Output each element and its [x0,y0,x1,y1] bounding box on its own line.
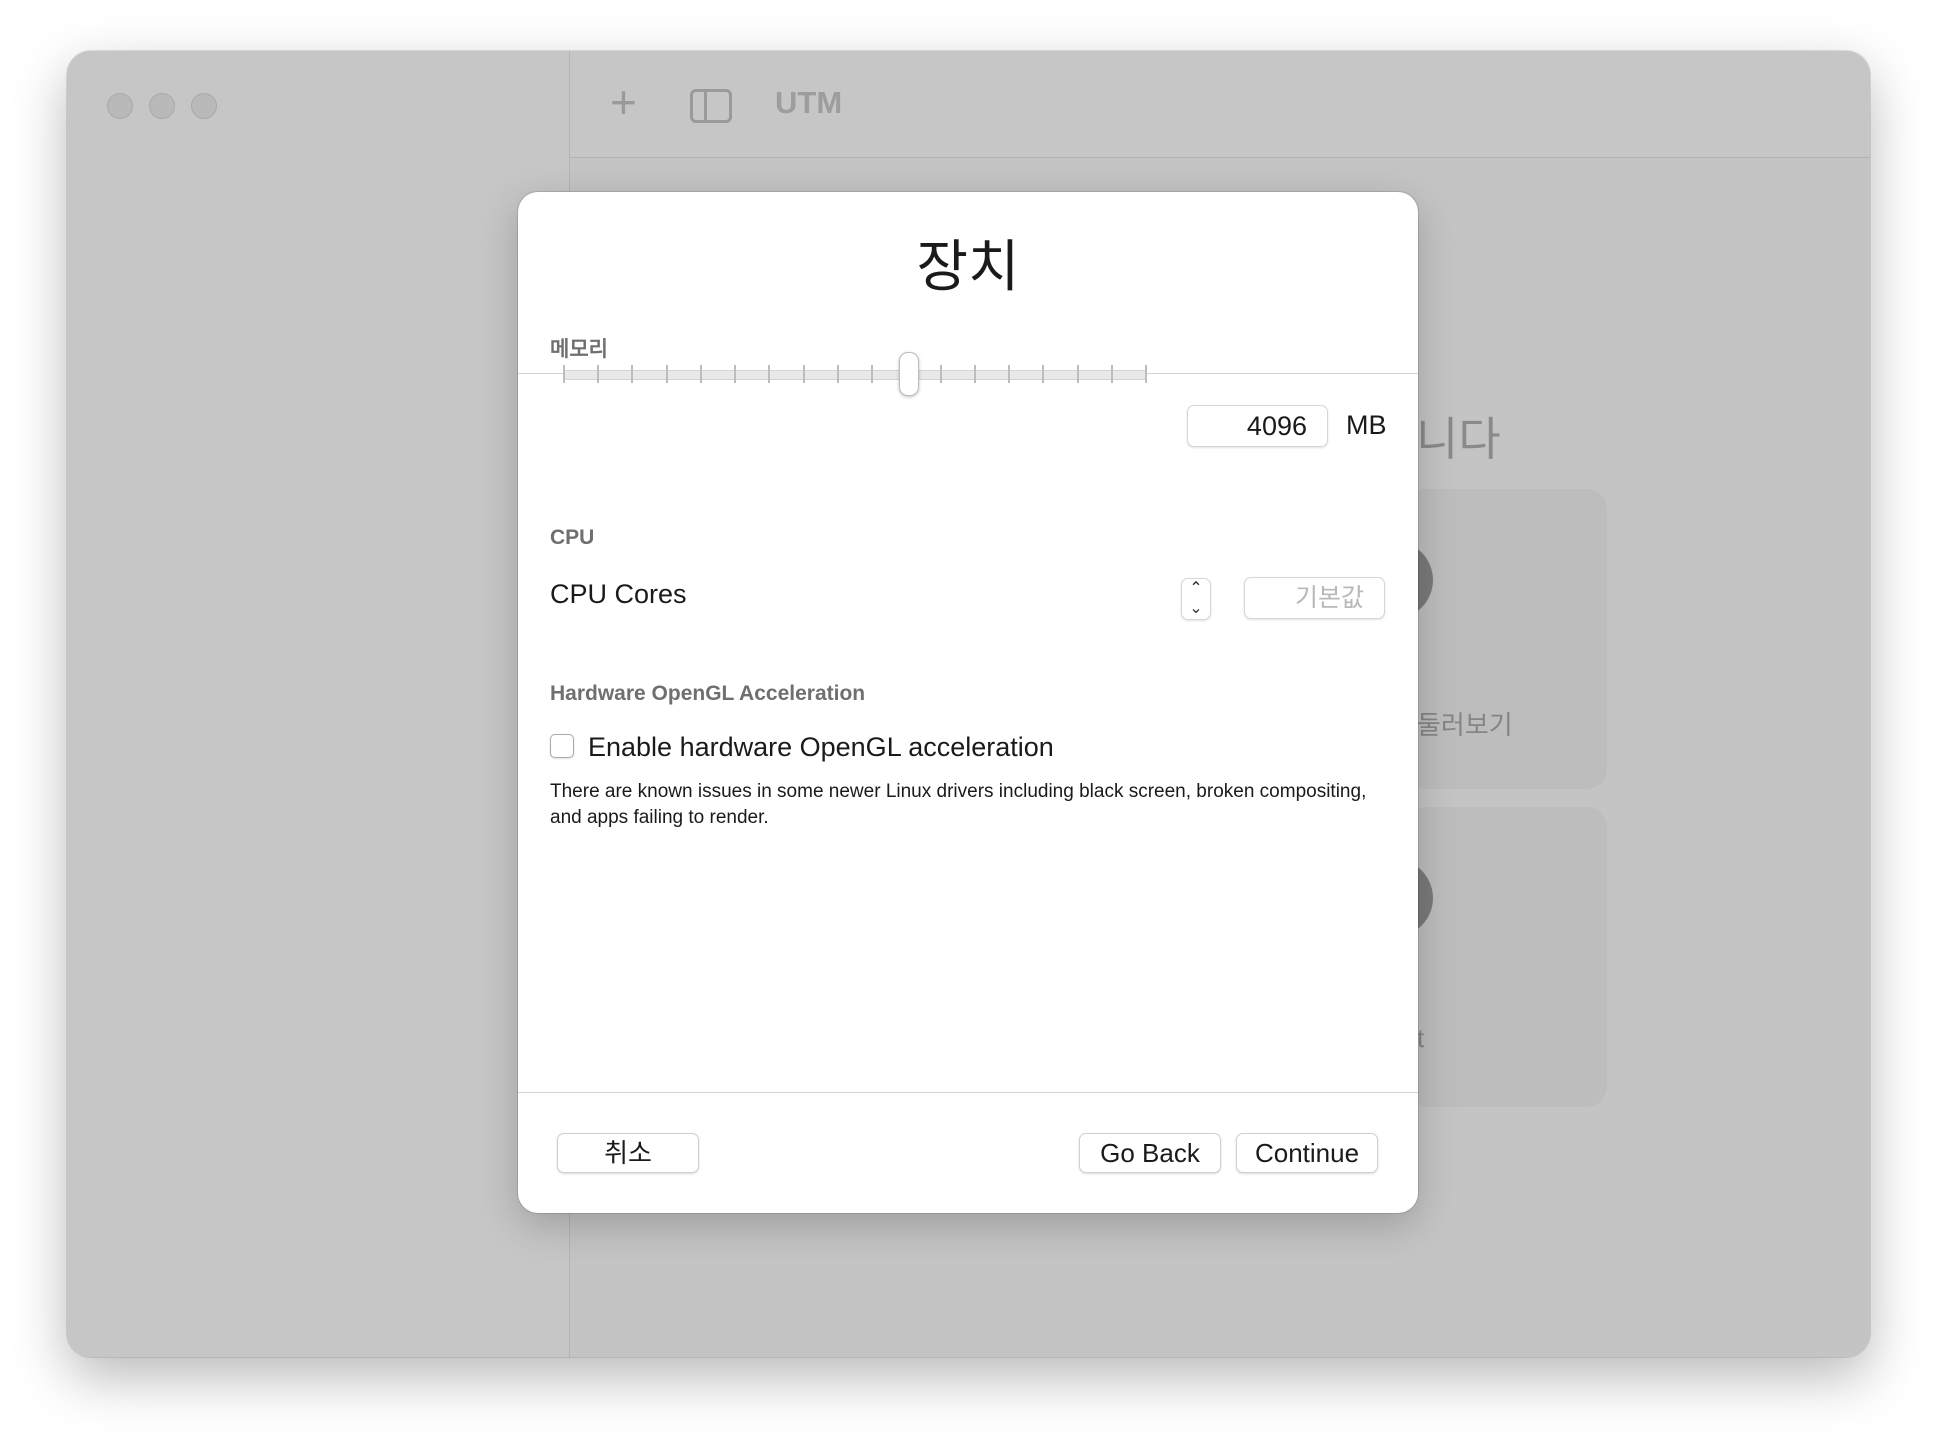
memory-slider-tick [1008,365,1010,383]
footer-divider [518,1092,1418,1093]
opengl-checkbox-label[interactable]: Enable hardware OpenGL acceleration [588,732,1054,763]
opengl-checkbox[interactable] [550,734,574,758]
cpu-cores-label: CPU Cores [550,579,687,609]
cpu-cores-stepper[interactable]: ⌃ ⌄ [1181,578,1211,620]
memory-slider-tick [974,365,976,383]
memory-slider-tick [734,365,736,383]
cpu-cores-input[interactable]: 기본값 [1244,577,1385,619]
opengl-warning-note: There are known issues in some newer Lin… [550,781,1367,828]
chevron-down-icon[interactable]: ⌄ [1182,599,1210,619]
memory-slider-tick [837,365,839,383]
memory-slider[interactable] [563,352,1147,396]
memory-slider-tick [563,365,565,383]
window-title: UTM [775,85,843,120]
background-card-support: t [1355,807,1607,1107]
memory-slider-tick [1111,365,1113,383]
memory-slider-thumb[interactable] [899,352,919,396]
background-heading: 니다 [1416,413,1501,465]
memory-slider-tick [1077,365,1079,383]
memory-slider-track [563,370,1147,380]
memory-slider-tick [803,365,805,383]
chevron-up-icon[interactable]: ⌃ [1182,579,1210,599]
memory-slider-tick [940,365,942,383]
continue-button[interactable]: Continue [1236,1133,1378,1173]
go-back-button[interactable]: Go Back [1079,1133,1221,1173]
memory-slider-tick [631,365,633,383]
memory-slider-tick [597,365,599,383]
background-card-label: t [1417,1023,1425,1053]
cpu-section-label: CPU [550,526,595,549]
background-card-label: 둘러보기 [1417,710,1513,740]
memory-slider-tick [871,365,873,383]
close-window-button[interactable] [107,93,133,119]
dialog-title: 장치 [916,235,1020,298]
sidebar-toggle-icon[interactable] [690,89,732,123]
window-controls [107,93,217,119]
memory-input[interactable]: 4096 [1187,405,1328,447]
memory-slider-tick [666,365,668,383]
minimize-window-button[interactable] [149,93,175,119]
zoom-window-button[interactable] [191,93,217,119]
memory-slider-tick [1042,365,1044,383]
background-card-browse: 둘러보기 [1355,489,1607,789]
memory-unit-label: MB [1346,410,1387,440]
opengl-section-label: Hardware OpenGL Acceleration [550,682,866,705]
memory-slider-tick [768,365,770,383]
sidebar [67,51,570,1357]
add-vm-button[interactable]: + [610,79,637,125]
cancel-button[interactable]: 취소 [557,1133,699,1173]
devices-dialog: 장치 메모리 4096 MB CPU CPU Cores ⌃ ⌄ 기본값 Har… [518,192,1418,1213]
memory-slider-tick [1145,365,1147,383]
memory-slider-tick [700,365,702,383]
toolbar: + UTM [570,51,1870,158]
